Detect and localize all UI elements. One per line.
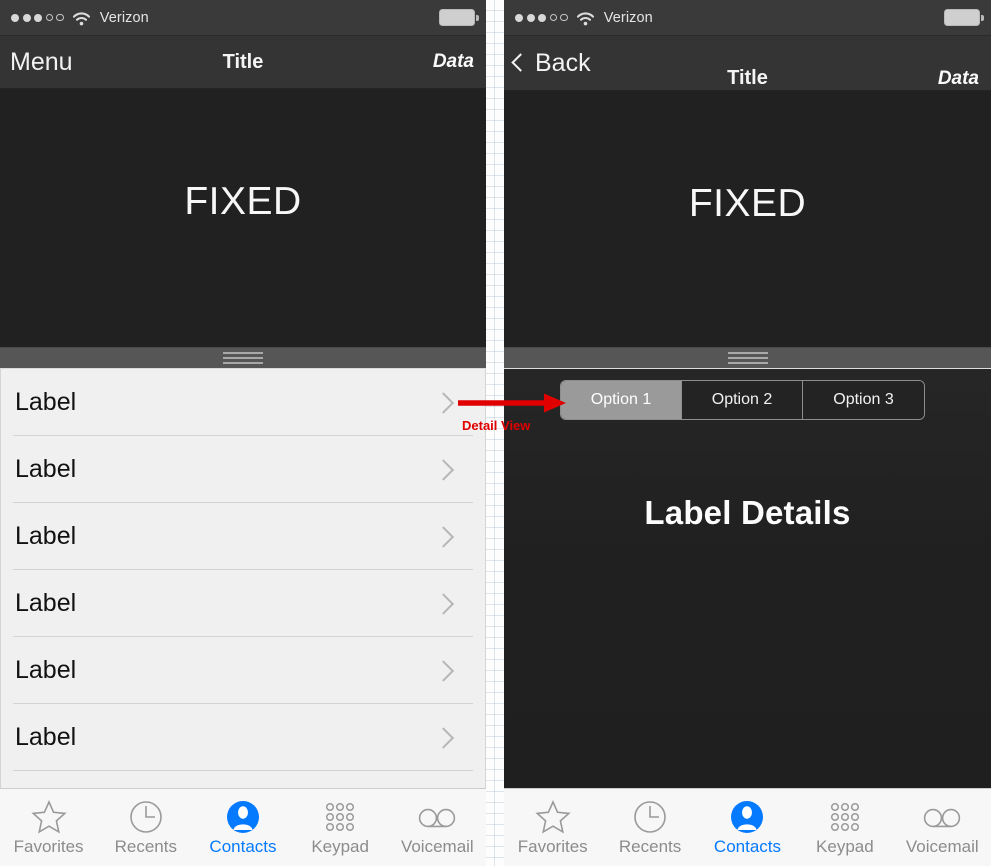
fixed-label-right: FIXED: [688, 182, 807, 225]
list-item[interactable]: Label: [1, 503, 485, 570]
chevron-right-icon: [432, 391, 455, 414]
status-bar-right: Verizon: [504, 0, 991, 36]
star-icon: [30, 798, 67, 836]
tab-voicemail[interactable]: Voicemail: [389, 789, 486, 866]
clock-icon: [632, 798, 668, 836]
status-bar-left-group: Verizon: [11, 0, 149, 35]
chevron-right-icon: [432, 525, 455, 548]
list-item-label: Label: [15, 522, 77, 550]
tab-contacts-label: Contacts: [713, 837, 782, 856]
tab-favorites[interactable]: Favorites: [504, 789, 601, 866]
tab-recents[interactable]: Recents: [601, 789, 698, 866]
tab-bar-right[interactable]: Favorites Recents Contacts Keypad Voicem…: [504, 788, 991, 866]
tab-keypad-label: Keypad: [816, 837, 874, 856]
segment-option-1-label: Option 1: [590, 391, 652, 408]
list-item-label: Label: [15, 723, 77, 751]
segment-option-3-label: Option 3: [833, 391, 894, 408]
status-bar-left: Verizon: [0, 0, 486, 36]
tab-bar-left[interactable]: Favorites Recents Contacts Keypad Voicem…: [0, 788, 486, 866]
chevron-right-icon: [432, 659, 455, 682]
tab-contacts-label: Contacts: [209, 837, 277, 856]
tab-favorites[interactable]: Favorites: [0, 789, 97, 866]
status-bar-left-group-right: Verizon: [515, 0, 653, 35]
tab-favorites-label: Favorites: [517, 837, 588, 856]
tab-keypad[interactable]: Keypad: [292, 789, 389, 866]
segmented-control[interactable]: Option 1 Option 2 Option 3: [560, 380, 925, 420]
list-item[interactable]: Label: [1, 704, 485, 771]
tab-recents-label: Recents: [114, 837, 177, 856]
chevron-right-icon: [432, 726, 455, 749]
tab-favorites-label: Favorites: [13, 837, 84, 856]
nav-bar-left: Menu Title Data: [0, 36, 486, 89]
list-item-label: Label: [15, 656, 77, 684]
list-item[interactable]: Label: [1, 436, 485, 503]
wireframe-canvas: Verizon Menu Title Data FIXED Label Labe…: [0, 0, 991, 866]
detail-panel: Verizon Back Title Data FIXED Option 1 O…: [504, 0, 991, 866]
contact-person-icon: [729, 798, 765, 836]
star-icon: [534, 798, 571, 836]
drag-handle-right[interactable]: [504, 347, 991, 369]
tab-contacts[interactable]: Contacts: [699, 789, 796, 866]
chevron-right-icon: [432, 592, 455, 615]
tab-keypad-label: Keypad: [311, 837, 369, 856]
data-button-right[interactable]: Data: [938, 36, 979, 99]
segment-option-1[interactable]: Option 1: [561, 381, 682, 419]
signal-strength-icon: [515, 13, 568, 22]
carrier-label: Verizon: [99, 9, 149, 26]
list-item[interactable]: Label: [1, 369, 485, 436]
nav-bar-right: Back Title Data: [504, 36, 991, 91]
segment-option-2-label: Option 2: [711, 391, 773, 408]
master-panel: Verizon Menu Title Data FIXED Label Labe…: [0, 0, 486, 866]
clock-icon: [128, 798, 164, 836]
segment-option-3[interactable]: Option 3: [803, 381, 924, 419]
keypad-dots-icon: [322, 798, 358, 836]
contact-person-icon: [225, 798, 261, 836]
tab-recents[interactable]: Recents: [97, 789, 194, 866]
list-item[interactable]: Label: [1, 637, 485, 704]
battery-icon: [439, 9, 479, 26]
voicemail-icon: [922, 798, 962, 836]
wifi-icon: [72, 11, 91, 25]
segment-option-2[interactable]: Option 2: [682, 381, 803, 419]
drag-handle-icon: [727, 351, 768, 365]
detail-title: Label Details: [644, 494, 851, 531]
carrier-label: Verizon: [603, 9, 653, 26]
list-item-label: Label: [15, 388, 77, 416]
master-list[interactable]: Label Label Label Label Label Label: [0, 369, 486, 788]
fixed-label-left: FIXED: [184, 180, 302, 223]
list-item[interactable]: Label: [1, 570, 485, 637]
voicemail-icon: [417, 798, 457, 836]
signal-strength-icon: [11, 13, 64, 22]
tab-keypad[interactable]: Keypad: [796, 789, 893, 866]
page-title-right: Title: [727, 67, 768, 89]
drag-handle-icon: [223, 351, 263, 365]
keypad-dots-icon: [827, 798, 863, 836]
battery-icon: [944, 9, 984, 26]
tab-voicemail-label: Voicemail: [905, 837, 979, 856]
fixed-pane-right: FIXED: [504, 91, 991, 347]
page-title-left: Title: [222, 50, 264, 73]
data-button-left[interactable]: Data: [433, 36, 474, 88]
tab-voicemail[interactable]: Voicemail: [894, 789, 991, 866]
tab-voicemail-label: Voicemail: [400, 837, 474, 856]
chevron-right-icon: [432, 458, 455, 481]
drag-handle-left[interactable]: [0, 347, 486, 369]
list-item-label: Label: [15, 455, 77, 483]
fixed-pane-left: FIXED: [0, 89, 486, 347]
tab-contacts[interactable]: Contacts: [194, 789, 291, 866]
tab-recents-label: Recents: [618, 837, 682, 856]
wifi-icon: [576, 11, 595, 25]
detail-body: Option 1 Option 2 Option 3 Label Details: [504, 369, 991, 788]
list-item-label: Label: [15, 589, 77, 617]
